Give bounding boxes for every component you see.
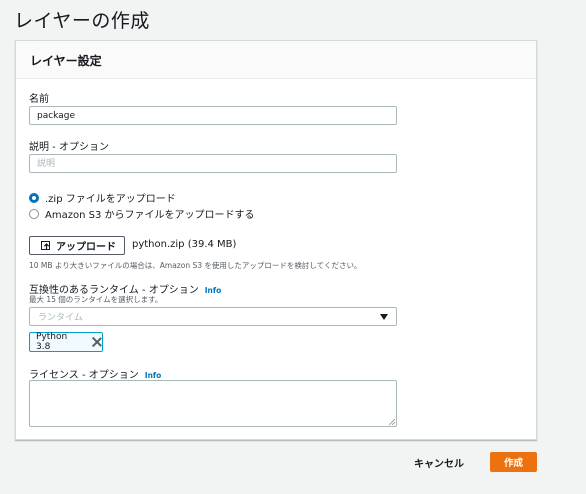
license-textarea[interactable] — [29, 380, 397, 427]
remove-token-close-icon[interactable] — [92, 337, 102, 347]
caret-down-icon — [380, 313, 388, 320]
license-info-link[interactable]: Info — [145, 371, 162, 380]
runtime-token: Python 3.8 — [29, 332, 103, 352]
layer-settings-panel: レイヤー設定 名前 説明 - オプション .zip ファイルをアップロード Am… — [15, 40, 537, 440]
radio-button[interactable] — [29, 208, 39, 219]
create-button[interactable]: 作成 — [490, 452, 537, 472]
panel-title: レイヤー設定 — [30, 54, 102, 68]
runtime-info-link[interactable]: Info — [205, 286, 222, 295]
name-input[interactable] — [29, 106, 397, 125]
panel-header: レイヤー設定 — [16, 41, 536, 79]
page-title: レイヤーの作成 — [14, 10, 150, 32]
cancel-button[interactable]: キャンセル — [414, 453, 464, 471]
runtime-select[interactable]: ランタイム — [29, 307, 397, 326]
description-input[interactable] — [29, 154, 397, 173]
upload-size-hint: 10 MB より大きいファイルの場合は、Amazon S3 を使用したアップロー… — [29, 261, 362, 270]
upload-button-label: アップロード — [56, 242, 116, 253]
radio-button-checked[interactable] — [29, 192, 39, 203]
radio-label-zip: .zip ファイルをアップロード — [45, 194, 176, 205]
radio-upload-s3[interactable]: Amazon S3 からファイルをアップロードする — [29, 206, 254, 221]
resize-grip-icon[interactable] — [389, 419, 395, 425]
radio-upload-zip[interactable]: .zip ファイルをアップロード — [29, 190, 176, 205]
runtime-token-label: Python 3.8 — [36, 332, 68, 352]
name-label: 名前 — [29, 94, 49, 105]
uploaded-file-info: python.zip (39.4 MB) — [132, 239, 237, 250]
license-label: ライセンス - オプション Info — [29, 366, 161, 381]
upload-icon — [41, 241, 50, 250]
runtime-hint: 最大 15 個のランタイムを選択します。 — [29, 295, 163, 304]
radio-label-s3: Amazon S3 からファイルをアップロードする — [45, 210, 255, 221]
description-label: 説明 - オプション — [29, 142, 109, 153]
runtime-select-placeholder: ランタイム — [38, 313, 83, 323]
upload-button[interactable]: アップロード — [29, 236, 125, 255]
